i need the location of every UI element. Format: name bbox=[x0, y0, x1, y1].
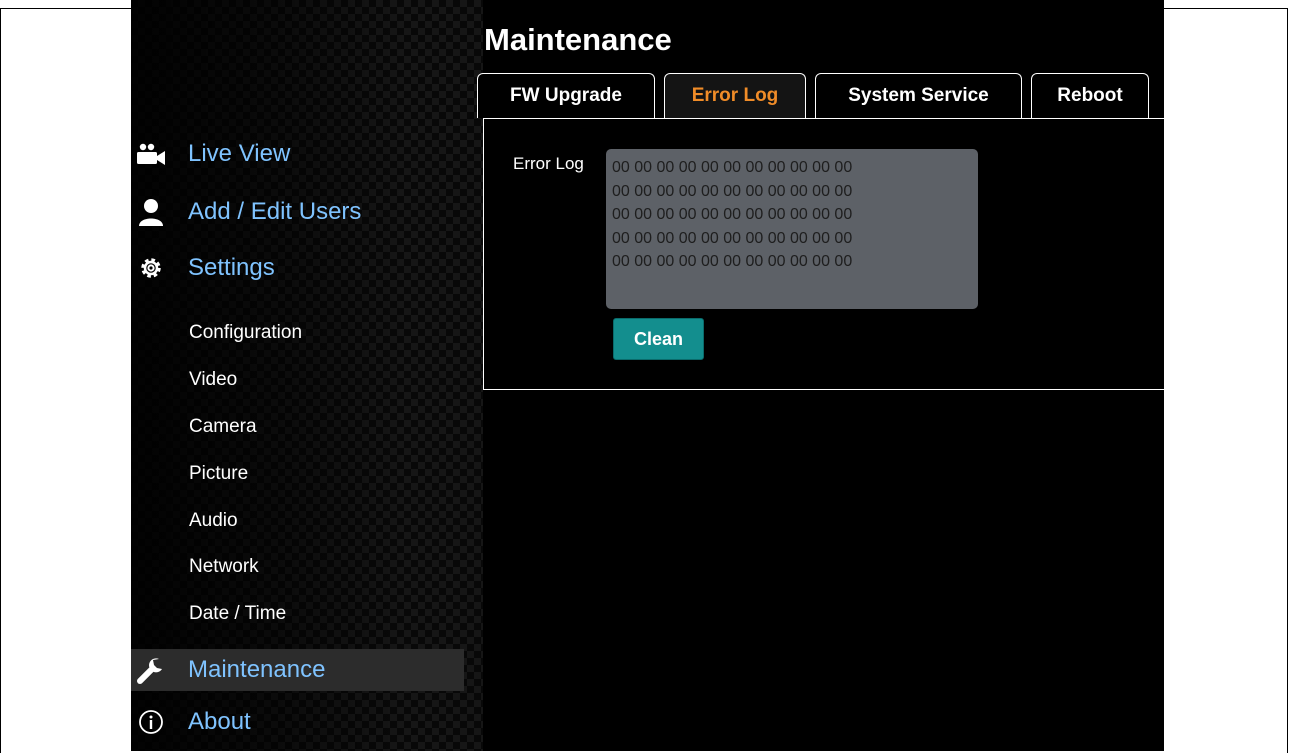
sidebar-item-add-edit-users[interactable]: Add / Edit Users bbox=[131, 198, 361, 226]
sidebar-subitem-network[interactable]: Network bbox=[189, 556, 259, 578]
sidebar-subitem-camera[interactable]: Camera bbox=[189, 416, 257, 438]
tab-fw-upgrade[interactable]: FW Upgrade bbox=[477, 73, 655, 118]
sidebar-item-label: Live View bbox=[188, 140, 291, 167]
error-log-line: 00 00 00 00 00 00 00 00 00 00 00 bbox=[612, 229, 853, 247]
sidebar-item-live-view[interactable]: Live View bbox=[131, 140, 290, 168]
sidebar-item-settings[interactable]: Settings bbox=[131, 254, 275, 282]
clean-button[interactable]: Clean bbox=[613, 318, 704, 360]
tab-error-log[interactable]: Error Log bbox=[664, 73, 806, 118]
sidebar-subitem-configuration[interactable]: Configuration bbox=[189, 322, 302, 344]
error-log-line: 00 00 00 00 00 00 00 00 00 00 00 bbox=[612, 159, 853, 176]
user-icon bbox=[134, 198, 168, 226]
gear-icon bbox=[134, 254, 168, 282]
error-log-textarea[interactable]: 00 00 00 00 00 00 00 00 00 00 00 00 00 0… bbox=[606, 149, 978, 309]
page-title: Maintenance bbox=[484, 22, 672, 57]
sidebar-item-label: Maintenance bbox=[188, 656, 326, 683]
error-log-line: 00 00 00 00 00 00 00 00 00 00 00 bbox=[612, 206, 853, 223]
sidebar-item-about[interactable]: About bbox=[131, 708, 251, 736]
app-window: Live View Add / Edit Users Settings Conf… bbox=[131, 0, 1164, 751]
error-log-label: Error Log bbox=[513, 154, 584, 173]
sidebar-item-label: Add / Edit Users bbox=[188, 198, 362, 225]
wrench-icon bbox=[134, 656, 168, 684]
sidebar-subitem-picture[interactable]: Picture bbox=[189, 463, 248, 485]
sidebar-item-label: Settings bbox=[188, 254, 275, 281]
sidebar-subitem-date-time[interactable]: Date / Time bbox=[189, 603, 286, 625]
sidebar: Live View Add / Edit Users Settings Conf… bbox=[131, 0, 483, 751]
sidebar-item-label: About bbox=[188, 708, 251, 735]
sidebar-subitem-audio[interactable]: Audio bbox=[189, 510, 238, 532]
tab-system-service[interactable]: System Service bbox=[815, 73, 1022, 118]
error-log-line: 00 00 00 00 00 00 00 00 00 00 00 bbox=[612, 253, 853, 270]
sidebar-item-maintenance[interactable]: Maintenance bbox=[131, 649, 464, 691]
tab-reboot[interactable]: Reboot bbox=[1031, 73, 1149, 118]
video-camera-icon bbox=[134, 140, 168, 168]
error-log-line: 00 00 00 00 00 00 00 00 00 00 00 bbox=[612, 182, 853, 200]
info-icon bbox=[134, 708, 168, 736]
sidebar-subitem-video[interactable]: Video bbox=[189, 369, 237, 391]
